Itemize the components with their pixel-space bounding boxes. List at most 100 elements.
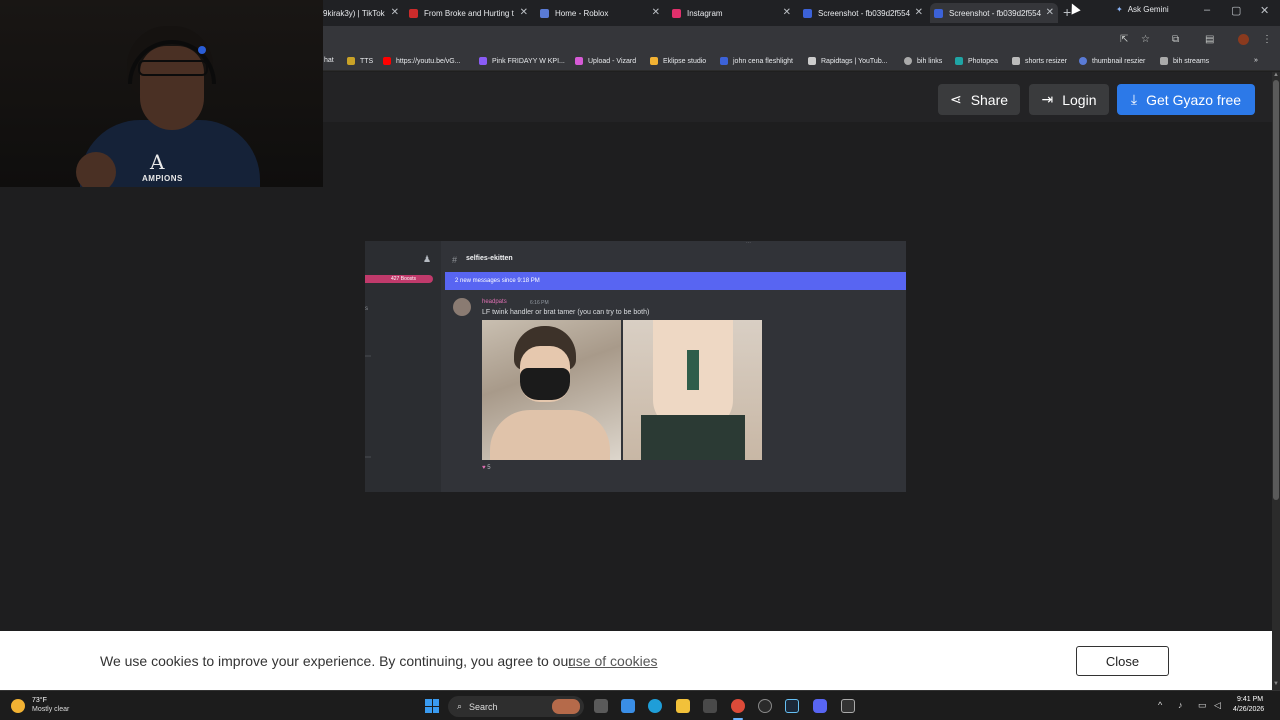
new-messages-banner: 2 new messages since 9:18 PM — [445, 272, 906, 290]
bookmark-star-icon[interactable]: ☆ — [1141, 34, 1150, 45]
sidebar-fragment: ⋯ — [365, 354, 371, 360]
vizard-icon — [575, 57, 583, 65]
maximize-icon[interactable]: ▢ — [1231, 4, 1241, 17]
screenshot-sidebar: 427 Boosts s ⋯ ⋯ — [365, 241, 441, 492]
bookmark-item[interactable]: Eklipse studio — [650, 57, 706, 65]
close-tab-icon[interactable]: ✕ — [520, 7, 528, 18]
bookmark-item[interactable]: TTS — [347, 57, 373, 65]
app-icon[interactable] — [758, 699, 772, 713]
attachment-photo — [482, 320, 621, 460]
copilot-icon[interactable] — [621, 699, 635, 713]
gemini-sparkle-icon: ✦ — [1116, 5, 1123, 14]
message-timestamp: 6:16 PM — [530, 300, 549, 306]
bookmark-item[interactable]: Rapidtags | YouTub... — [808, 57, 888, 65]
photo-shape — [520, 368, 570, 400]
captured-screenshot[interactable]: 427 Boosts s ⋯ ⋯ ♟ # selfies-ekitten ⋯ 2… — [365, 241, 906, 492]
weather-icon[interactable] — [11, 699, 25, 713]
bookmark-item[interactable]: shorts resizer — [1012, 57, 1067, 65]
glasses-icon — [138, 60, 208, 76]
share-button[interactable]: ⋖ Share — [938, 84, 1020, 115]
bookmark-label: john cena fleshlight — [733, 57, 793, 65]
taskbar-search[interactable]: ⌕ Search — [448, 696, 584, 717]
ask-gemini-button[interactable]: ✦ Ask Gemini — [1116, 5, 1169, 14]
webcam-overlay: A AMPIONS — [0, 0, 323, 187]
tab-title: Screenshot - fb039d2f554 — [818, 8, 911, 18]
tab-title: 9kirak3y) | TikTok — [323, 8, 385, 18]
braves-logo-icon: A — [150, 150, 165, 174]
epic-games-icon[interactable] — [841, 699, 855, 713]
bookmark-item[interactable]: Photopea — [955, 57, 998, 65]
close-tab-icon[interactable]: ✕ — [652, 7, 660, 18]
bookmark-label: bih links — [917, 57, 943, 65]
extensions-puzzle-icon[interactable]: ⧉ — [1172, 34, 1179, 45]
use-of-cookies-link[interactable]: use of cookies — [568, 653, 658, 669]
network-icon[interactable]: ▭ — [1198, 700, 1207, 711]
browser-menu-icon[interactable]: ⋮ — [1262, 34, 1272, 45]
window-close-icon[interactable]: ✕ — [1260, 4, 1269, 17]
close-tab-icon[interactable]: ✕ — [391, 7, 399, 18]
tiktok-favicon-icon — [409, 8, 418, 18]
scroll-down-icon[interactable]: ▼ — [1273, 681, 1279, 687]
scroll-up-icon[interactable]: ▲ — [1273, 72, 1279, 78]
bookmarks-overflow-icon[interactable]: » — [1254, 57, 1258, 64]
steam-icon[interactable] — [785, 699, 799, 713]
get-gyazo-button[interactable]: ⤓ Get Gyazo free — [1117, 84, 1255, 115]
clock-date[interactable]: 4/26/2026 — [1233, 706, 1264, 713]
bookmark-label: thumbnail reszier — [1092, 57, 1146, 65]
bookmark-item[interactable]: Pink FRIDAYY W KPI... — [479, 57, 565, 65]
scrollbar-thumb[interactable] — [1273, 80, 1279, 500]
weather-temperature: 73°F — [32, 697, 47, 704]
bookmark-item[interactable]: hat — [324, 57, 334, 64]
close-tab-icon[interactable]: ✕ — [915, 7, 923, 18]
clock-time[interactable]: 9:41 PM — [1237, 696, 1263, 703]
person-icon: ♟ — [423, 254, 432, 264]
bookmark-favicon-icon — [479, 57, 487, 65]
login-button[interactable]: ⇥ Login — [1029, 84, 1109, 115]
task-view-icon[interactable] — [594, 699, 608, 713]
tray-overflow-icon[interactable]: ^ — [1158, 700, 1162, 710]
bookmark-favicon-icon — [720, 57, 728, 65]
bookmark-item[interactable]: https://youtu.be/vG... — [383, 57, 461, 65]
microphone-icon[interactable]: ♪ — [1178, 700, 1183, 710]
bookmark-item[interactable]: john cena fleshlight — [720, 57, 793, 65]
tab-youtube[interactable]: From Broke and Hurting t ✕ — [409, 3, 532, 23]
volume-icon[interactable]: ◁ — [1214, 700, 1221, 711]
bookmark-label: Upload - Vizard — [588, 57, 637, 65]
store-icon[interactable] — [703, 699, 717, 713]
search-label: Search — [469, 701, 498, 712]
tab-tiktok[interactable]: 9kirak3y) | TikTok ✕ — [323, 3, 403, 23]
tab-screenshot[interactable]: Screenshot - fb039d2f554 ✕ — [803, 3, 927, 23]
profile-avatar[interactable] — [1238, 34, 1249, 45]
minimize-icon[interactable]: – — [1204, 4, 1210, 16]
cookie-banner: We use cookies to improve your experienc… — [0, 631, 1272, 690]
discord-icon[interactable] — [813, 699, 827, 713]
bookmark-label: TTS — [360, 57, 374, 65]
close-tab-icon[interactable]: ✕ — [1046, 7, 1054, 18]
cookie-text: We use cookies to improve your experienc… — [100, 653, 573, 669]
channel-name: selfies-ekitten — [466, 255, 513, 262]
file-explorer-icon[interactable] — [676, 699, 690, 713]
bookmark-label: https://youtu.be/vG... — [396, 57, 461, 65]
tab-screenshot-active[interactable]: Screenshot - fb039d2f554 ✕ — [930, 3, 1058, 23]
side-panel-icon[interactable]: ▤ — [1205, 34, 1214, 45]
bookmark-item[interactable]: Upload - Vizard — [575, 57, 636, 65]
chrome-icon[interactable] — [731, 699, 745, 713]
bookmark-item[interactable]: bih streams — [1160, 57, 1209, 65]
tab-instagram[interactable]: Instagram ✕ — [672, 3, 795, 23]
bookmark-item[interactable]: thumbnail reszier — [1079, 57, 1145, 65]
gyazo-favicon-icon — [934, 8, 943, 18]
instagram-favicon-icon — [672, 8, 681, 18]
tab-roblox[interactable]: Home - Roblox ✕ — [540, 3, 664, 23]
cookie-close-button[interactable]: Close — [1076, 646, 1169, 676]
windows-start-icon[interactable] — [425, 699, 439, 713]
bookmark-item[interactable]: bih links — [904, 57, 942, 65]
install-app-icon[interactable]: ⇱ — [1120, 34, 1128, 45]
edge-icon[interactable] — [648, 699, 662, 713]
shirt-text: AMPIONS — [142, 174, 183, 183]
tab-title: Home - Roblox — [555, 8, 609, 18]
get-gyazo-label: Get Gyazo free — [1146, 91, 1242, 108]
attachment-photo — [623, 320, 762, 460]
channel-hash-icon: # — [452, 255, 458, 265]
webcam-shape — [76, 152, 116, 187]
close-tab-icon[interactable]: ✕ — [783, 7, 791, 18]
